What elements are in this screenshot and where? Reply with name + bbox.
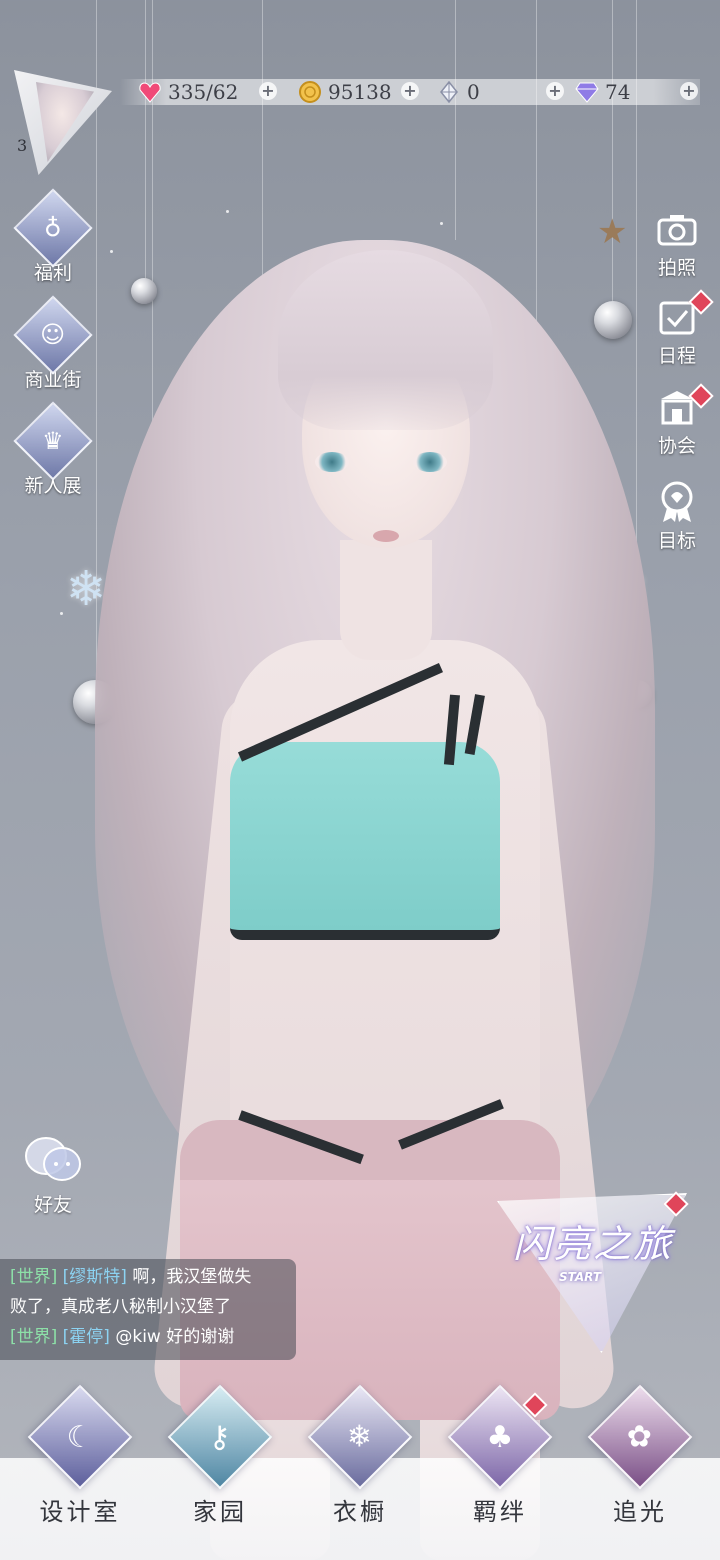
stamina-value: 335/62 [168,80,239,104]
nav-label: 家园 [193,1498,247,1526]
chat-message: [世界] [缪斯特] 啊，我汉堡做失 [10,1262,296,1292]
crystal-counter: 0 [437,79,480,105]
chat-channel: [世界] [10,1267,58,1287]
guild-label: 协会 [657,435,696,457]
chat-text: @kiw 好的谢谢 [115,1327,235,1347]
character-lips [373,530,399,542]
photo-button[interactable]: 拍照 [632,207,720,280]
medal-icon [655,480,699,524]
chat-bubbles-icon [22,1132,84,1188]
pearl-ornament [594,301,632,339]
key-icon: ⚷ [167,1384,273,1490]
diamond-icon [575,82,599,103]
diamond-value: 74 [605,80,631,104]
add-gold-button[interactable]: + [401,82,419,100]
add-stamina-button[interactable]: + [259,82,277,100]
camera-icon [655,207,699,251]
event-title: 闪亮之旅 [513,1222,674,1266]
stamina-counter: 335/62 [138,79,238,105]
gold-counter: 95138 [298,79,392,105]
crystal-icon [440,81,458,103]
chat-text: 啊，我汉堡做失 [132,1267,252,1287]
character-eye [315,452,349,472]
chat-sender: [缪斯特] [62,1267,127,1287]
chat-message: [世界] [霍停] @kiw 好的谢谢 [10,1322,296,1352]
snowflake-crystal-icon: ❄ [307,1384,413,1490]
hanging-thread [145,0,146,285]
newcomer-exhibition-button[interactable]: ♛ 新人展 [8,401,98,498]
nav-wardrobe[interactable]: ❄ 衣橱 [300,1384,420,1527]
schedule-button[interactable]: 日程 [632,289,720,368]
friends-button[interactable]: 好友 [8,1132,98,1217]
hanging-thread [455,0,456,240]
gold-value: 95138 [328,80,392,104]
nav-label: 追光 [613,1498,667,1526]
nav-chase-light[interactable]: ✿ 追光 [580,1384,700,1527]
goals-button[interactable]: 目标 [632,480,720,553]
friends-label: 好友 [33,1194,72,1216]
chat-channel: [世界] [10,1327,58,1347]
shopping-street-button[interactable]: ☺ 商业街 [8,295,98,392]
player-avatar[interactable] [14,70,112,175]
player-level: 3 [17,136,28,155]
snowflake-ornament: ❄ [66,561,107,617]
character-eye [413,452,447,472]
crystal-value: 0 [467,80,480,104]
shorts-waistband [180,1120,560,1180]
crown-icon: ♛ [13,401,93,481]
nav-label: 羁绊 [473,1498,527,1526]
sparkle-dot [440,222,443,225]
nav-bond[interactable]: ♣ 羁绊 [440,1384,560,1527]
character-neck [340,540,432,660]
photo-label: 拍照 [657,257,696,279]
schedule-label: 日程 [657,345,696,367]
nav-label: 衣橱 [333,1498,387,1526]
guild-button[interactable]: 协会 [632,383,720,458]
add-crystal-button[interactable]: + [546,82,564,100]
nav-home[interactable]: ⚷ 家园 [160,1384,280,1527]
nav-design-studio[interactable]: ☾ 设计室 [20,1384,140,1527]
goals-label: 目标 [657,530,696,552]
balloon-icon: ♁ [13,188,93,268]
sparkle-dot [226,210,229,213]
butterfly-icon: ✿ [587,1384,693,1490]
welfare-button[interactable]: ♁ 福利 [8,188,98,285]
pearl-ornament [131,278,157,304]
chat-sender: [霍停] [62,1327,110,1347]
nav-label: 设计室 [39,1498,121,1526]
sparkle-dot [110,250,113,253]
diamond-counter: 74 [575,79,630,105]
event-subtitle: START [559,1270,602,1284]
hanging-thread [612,0,613,310]
world-chat-panel[interactable]: [世界] [缪斯特] 啊，我汉堡做失 败了，真成老八秘制小汉堡了 [世界] [霍… [0,1259,296,1360]
star-ornament: ★ [597,212,628,252]
shopping-bag-icon: ☺ [13,295,93,375]
add-diamond-button[interactable]: + [680,82,698,100]
chat-message: 败了，真成老八秘制小汉堡了 [10,1292,296,1322]
character-bangs [278,250,493,430]
heart-gem-icon [139,82,161,103]
sparkle-dot [60,612,63,615]
gold-coin-icon [299,81,321,103]
chat-text: 败了，真成老八秘制小汉堡了 [10,1297,231,1317]
shining-journey-event-button[interactable]: 闪亮之旅 START [497,1191,689,1353]
moon-pen-icon: ☾ [27,1384,133,1490]
character-top [230,742,500,940]
